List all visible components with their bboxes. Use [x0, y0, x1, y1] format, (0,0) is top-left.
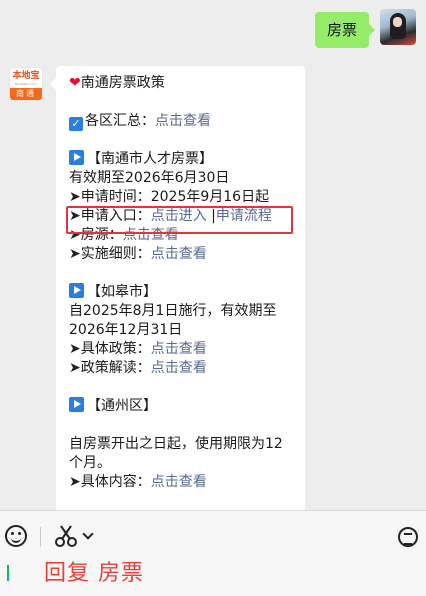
chat-area: 房票 本地宝 BenDiBao.com 南通 ❤南通房票政策 ✓ 各区汇总：点击查看… [0, 0, 426, 510]
bot-avatar-tagline: BenDiBao.com [15, 82, 37, 86]
message-line: ➤实施细则：点击查看 [69, 245, 292, 264]
message-line: ➤政策解读：点击查看 [69, 359, 292, 378]
bot-avatar[interactable]: 本地宝 BenDiBao.com 南通 [9, 67, 43, 101]
scissors-icon[interactable] [55, 524, 77, 548]
message-line: 自2025年8月1日施行，有效期至 [69, 302, 292, 321]
play-icon [69, 283, 84, 298]
arrow-icon: ➤ [69, 474, 81, 490]
line-text: 自房票开出之日起，使用期限为12 [69, 436, 283, 452]
message-line: ❤南通房票政策 [69, 74, 292, 93]
arrow-icon: ➤ [69, 246, 81, 262]
checkbox-icon: ✓ [69, 117, 83, 131]
message-line: 自房票开出之日起，使用期限为12 [69, 435, 292, 454]
toolbar-divider [40, 527, 41, 547]
arrow-icon: ➤ [69, 341, 81, 357]
view-link[interactable]: 点击查看 [151, 341, 207, 357]
message-line: 【通州区】 [69, 397, 292, 416]
message-heading: 南通房票政策 [80, 75, 165, 91]
view-link[interactable]: 点击查看 [155, 113, 211, 129]
reply-hint: 回复 房票 [44, 561, 144, 586]
line-text: 有效期至2026年6月30日 [69, 170, 230, 186]
line-label: 实施细则： [80, 246, 151, 262]
message-line: ➤具体内容：点击查看 [69, 473, 292, 492]
avatar-face [393, 17, 402, 27]
heart-icon: ❤ [69, 75, 81, 91]
user-avatar[interactable] [380, 9, 416, 45]
message-lines: ❤南通房票政策 ✓ 各区汇总：点击查看 【南通市人才房票】 有效期至2026年6月30日… [69, 74, 292, 492]
line-text: 2026年12月31日 [69, 322, 183, 338]
emoji-icon[interactable] [5, 525, 27, 547]
incoming-message-bubble: ❤南通房票政策 ✓ 各区汇总：点击查看 【南通市人才房票】 有效期至2026年6月30日… [50, 66, 305, 510]
voice-icon[interactable] [398, 527, 418, 547]
outgoing-message-bubble[interactable]: 房票 [314, 12, 376, 48]
message-line: 2026年12月31日 [69, 321, 292, 340]
outgoing-message-row: 房票 [314, 9, 416, 48]
message-line: 有效期至2026年6月30日 [69, 169, 292, 188]
message-line: 【南通市人才房票】 [69, 150, 292, 169]
message-line: ✓ 各区汇总：点击查看 [69, 112, 292, 131]
line-text: 申请时间：2025年9月16日起 [80, 189, 270, 205]
highlight-box [66, 206, 293, 234]
play-icon [69, 397, 84, 412]
text-cursor [7, 565, 9, 581]
play-icon [69, 150, 84, 165]
line-text: 自2025年8月1日施行，有效期至 [69, 303, 277, 319]
arrow-icon: ➤ [69, 360, 81, 376]
line-label: 政策解读： [80, 360, 151, 376]
arrow-icon: ➤ [69, 189, 81, 205]
section-title: 【如皋市】 [87, 284, 157, 300]
line-label: 各区汇总： [85, 113, 155, 129]
message-line: ➤具体政策：点击查看 [69, 340, 292, 359]
bot-avatar-city: 南通 [10, 88, 42, 100]
message-line: ➤申请时间：2025年9月16日起 [69, 188, 292, 207]
line-text: 个月。 [69, 455, 111, 471]
view-link[interactable]: 点击查看 [151, 474, 207, 490]
message-line: 【如皋市】 [69, 283, 292, 302]
section-title: 【通州区】 [87, 398, 157, 414]
message-line: 个月。 [69, 454, 292, 473]
line-label: 具体政策： [80, 341, 151, 357]
chevron-down-icon[interactable] [82, 528, 94, 540]
line-label: 具体内容： [80, 474, 151, 490]
view-link[interactable]: 点击查看 [151, 360, 207, 376]
view-link[interactable]: 点击查看 [151, 246, 207, 262]
section-title: 【南通市人才房票】 [87, 151, 213, 167]
bot-avatar-logo: 本地宝 [12, 71, 40, 81]
